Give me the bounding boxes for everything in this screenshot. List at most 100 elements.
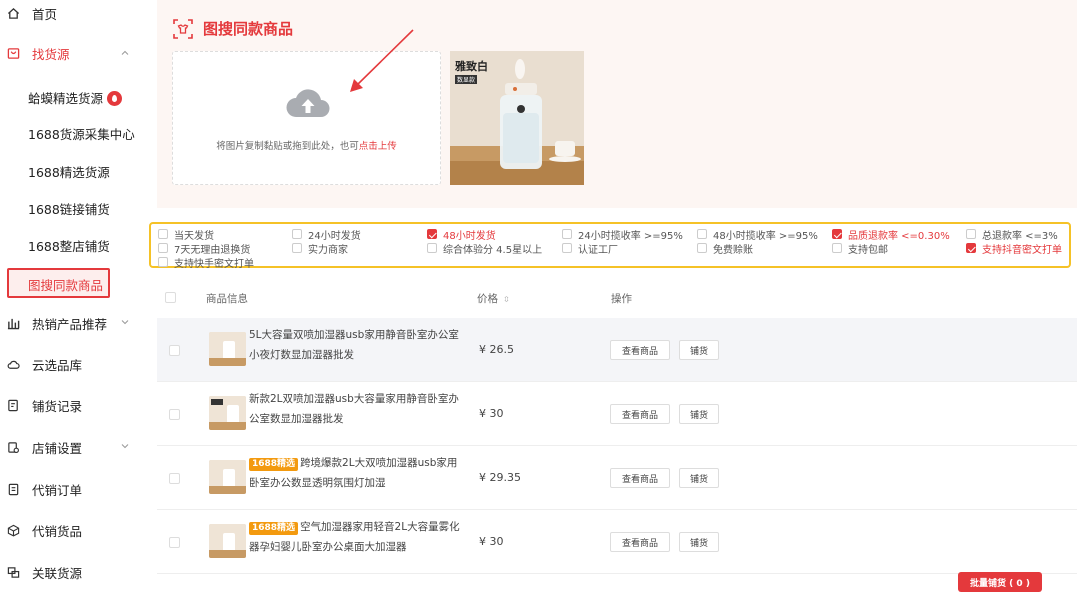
filter-label: 支持快手密文打单 xyxy=(174,258,254,270)
filter-48h-pickup[interactable]: 48小时揽收率 >=95% xyxy=(697,228,818,242)
nav-cloud-library[interactable]: 云选品库 xyxy=(6,353,82,375)
edit-doc-icon xyxy=(6,398,20,412)
nav-dropship-orders[interactable]: 代销订单 xyxy=(6,478,82,500)
product-title[interactable]: 1688精选 空气加湿器家用轻音2L大容量雾化器孕妇婴儿卧室办公桌面大加湿器 xyxy=(249,517,464,557)
checkbox[interactable] xyxy=(832,243,842,253)
nav-linked-source[interactable]: 关联货源 xyxy=(6,561,82,583)
product-thumbnail xyxy=(209,460,246,494)
checkbox[interactable] xyxy=(292,243,302,253)
row-checkbox[interactable] xyxy=(169,409,180,420)
checkbox[interactable] xyxy=(158,229,168,239)
filter-label: 免费赊账 xyxy=(713,244,753,256)
checkbox[interactable] xyxy=(158,257,168,267)
view-product-button[interactable]: 查看商品 xyxy=(610,404,670,424)
filter-free-credit[interactable]: 免费赊账 xyxy=(697,242,753,256)
hot-icon xyxy=(107,91,123,106)
selected-tag: 1688精选 xyxy=(249,458,299,471)
filter-label: 品质退款率 <=0.30% xyxy=(848,230,950,242)
batch-list-button[interactable]: 批量铺货 ( 0 ) xyxy=(958,572,1042,592)
col-price[interactable]: 价格 ⇳ xyxy=(477,291,510,306)
filter-quality-refund[interactable]: 品质退款率 <=0.30% xyxy=(832,228,950,242)
chevron-down-icon[interactable] xyxy=(121,442,129,450)
nav-hot-products[interactable]: 热销产品推荐 xyxy=(6,312,107,334)
checkbox[interactable] xyxy=(562,243,572,253)
cloud-icon xyxy=(6,357,20,371)
checkbox[interactable] xyxy=(966,229,976,239)
view-product-button[interactable]: 查看商品 xyxy=(610,340,670,360)
filter-48h-ship[interactable]: 48小时发货 xyxy=(427,228,496,242)
table-row: 新款2L双喷加湿器usb大容量家用静音卧室办公室数显加湿器批发 ¥ 30 查看商… xyxy=(157,382,1077,446)
chevron-up-icon[interactable] xyxy=(121,49,129,57)
nav-dropship-orders-label: 代销订单 xyxy=(32,482,83,498)
col-product-info: 商品信息 xyxy=(206,293,248,305)
checkbox[interactable] xyxy=(832,229,842,239)
row-checkbox[interactable] xyxy=(169,473,180,484)
filter-label: 支持包邮 xyxy=(848,244,888,256)
nav-sub-image-search[interactable]: 图搜同款商品 xyxy=(7,268,110,298)
filter-label: 24小时揽收率 >=95% xyxy=(578,230,683,242)
filter-7day-return[interactable]: 7天无理由退换货 xyxy=(158,242,250,256)
select-all-checkbox[interactable] xyxy=(165,292,176,303)
list-product-button[interactable]: 铺货 xyxy=(679,468,719,488)
product-thumbnail xyxy=(209,332,246,366)
nav-sub-collect[interactable]: 1688货源采集中心 xyxy=(28,124,135,143)
filter-kuaishou-print[interactable]: 支持快手密文打单 xyxy=(158,256,254,270)
chevron-down-icon[interactable] xyxy=(121,318,129,326)
product-title[interactable]: 1688精选 跨境爆款2L大双喷加湿器usb家用卧室办公数显透明氛围灯加湿 xyxy=(249,453,464,493)
view-product-button[interactable]: 查看商品 xyxy=(610,468,670,488)
filter-24h-pickup[interactable]: 24小时揽收率 >=95% xyxy=(562,228,683,242)
filter-rating[interactable]: 综合体验分 4.5星以上 xyxy=(427,242,542,256)
nav-listing-records[interactable]: 铺货记录 xyxy=(6,394,82,416)
nav-store-settings[interactable]: 店铺设置 xyxy=(6,436,82,458)
nav-find-source[interactable]: 找货源 xyxy=(6,42,70,64)
nav-sub-store[interactable]: 1688整店铺货 xyxy=(28,236,110,255)
product-title[interactable]: 5L大容量双喷加湿器usb家用静音卧室办公室小夜灯数显加湿器批发 xyxy=(249,325,464,365)
page-title: 图搜同款商品 xyxy=(173,18,293,39)
list-product-button[interactable]: 铺货 xyxy=(679,532,719,552)
filter-label: 当天发货 xyxy=(174,230,214,242)
nav-sub-select[interactable]: 1688精选货源 xyxy=(28,162,110,181)
upload-link[interactable]: 点击上传 xyxy=(359,141,397,152)
filter-certified-factory[interactable]: 认证工厂 xyxy=(562,242,618,256)
product-thumbnail xyxy=(209,396,246,430)
page-title-text: 图搜同款商品 xyxy=(203,20,294,38)
product-thumbnail xyxy=(209,524,246,558)
row-checkbox[interactable] xyxy=(169,345,180,356)
nav-sub-link[interactable]: 1688链接铺货 xyxy=(28,199,110,218)
nav-listing-records-label: 铺货记录 xyxy=(32,398,83,414)
nav-sub-hama[interactable]: 蛤蟆精选货源 xyxy=(28,88,123,107)
sort-icon[interactable]: ⇳ xyxy=(503,295,510,304)
checkbox[interactable] xyxy=(697,229,707,239)
checkbox[interactable] xyxy=(292,229,302,239)
product-title[interactable]: 新款2L双喷加湿器usb大容量家用静音卧室办公室数显加湿器批发 xyxy=(249,389,464,429)
list-product-button[interactable]: 铺货 xyxy=(679,404,719,424)
sidebar: 首页 找货源 蛤蟆精选货源 1688货源采集中心 1688精选货源 1688链接… xyxy=(0,0,148,597)
list-product-button[interactable]: 铺货 xyxy=(679,340,719,360)
nav-home[interactable]: 首页 xyxy=(6,2,57,24)
filter-douyin-print[interactable]: 支持抖音密文打单 xyxy=(966,242,1062,256)
filter-same-day[interactable]: 当天发货 xyxy=(158,228,214,242)
checkbox[interactable] xyxy=(966,243,976,253)
checkbox[interactable] xyxy=(697,243,707,253)
filter-label: 48小时发货 xyxy=(443,230,496,242)
row-checkbox[interactable] xyxy=(169,537,180,548)
product-title-text: 新款2L双喷加湿器usb大容量家用静音卧室办公室数显加湿器批发 xyxy=(249,393,459,425)
nav-dropship-goods[interactable]: 代销货品 xyxy=(6,519,82,541)
view-product-button[interactable]: 查看商品 xyxy=(610,532,670,552)
filter-total-refund[interactable]: 总退款率 <=3% xyxy=(966,228,1058,242)
order-icon xyxy=(6,482,20,496)
filter-strong-merchant[interactable]: 实力商家 xyxy=(292,242,348,256)
nav-dropship-goods-label: 代销货品 xyxy=(32,523,83,539)
checkbox[interactable] xyxy=(158,243,168,253)
product-price: ¥ 30 xyxy=(479,407,504,420)
upload-hint: 将图片复制黏贴或拖到此处，也可点击上传 xyxy=(173,138,440,152)
upload-cloud-icon xyxy=(286,89,330,117)
checkbox[interactable] xyxy=(427,229,437,239)
filter-24h-ship[interactable]: 24小时发货 xyxy=(292,228,361,242)
filter-label: 支持抖音密文打单 xyxy=(982,244,1062,256)
checkbox[interactable] xyxy=(427,243,437,253)
filter-free-shipping[interactable]: 支持包邮 xyxy=(832,242,888,256)
pointer-arrow xyxy=(350,29,414,92)
checkbox[interactable] xyxy=(562,229,572,239)
filter-label: 认证工厂 xyxy=(578,244,618,256)
